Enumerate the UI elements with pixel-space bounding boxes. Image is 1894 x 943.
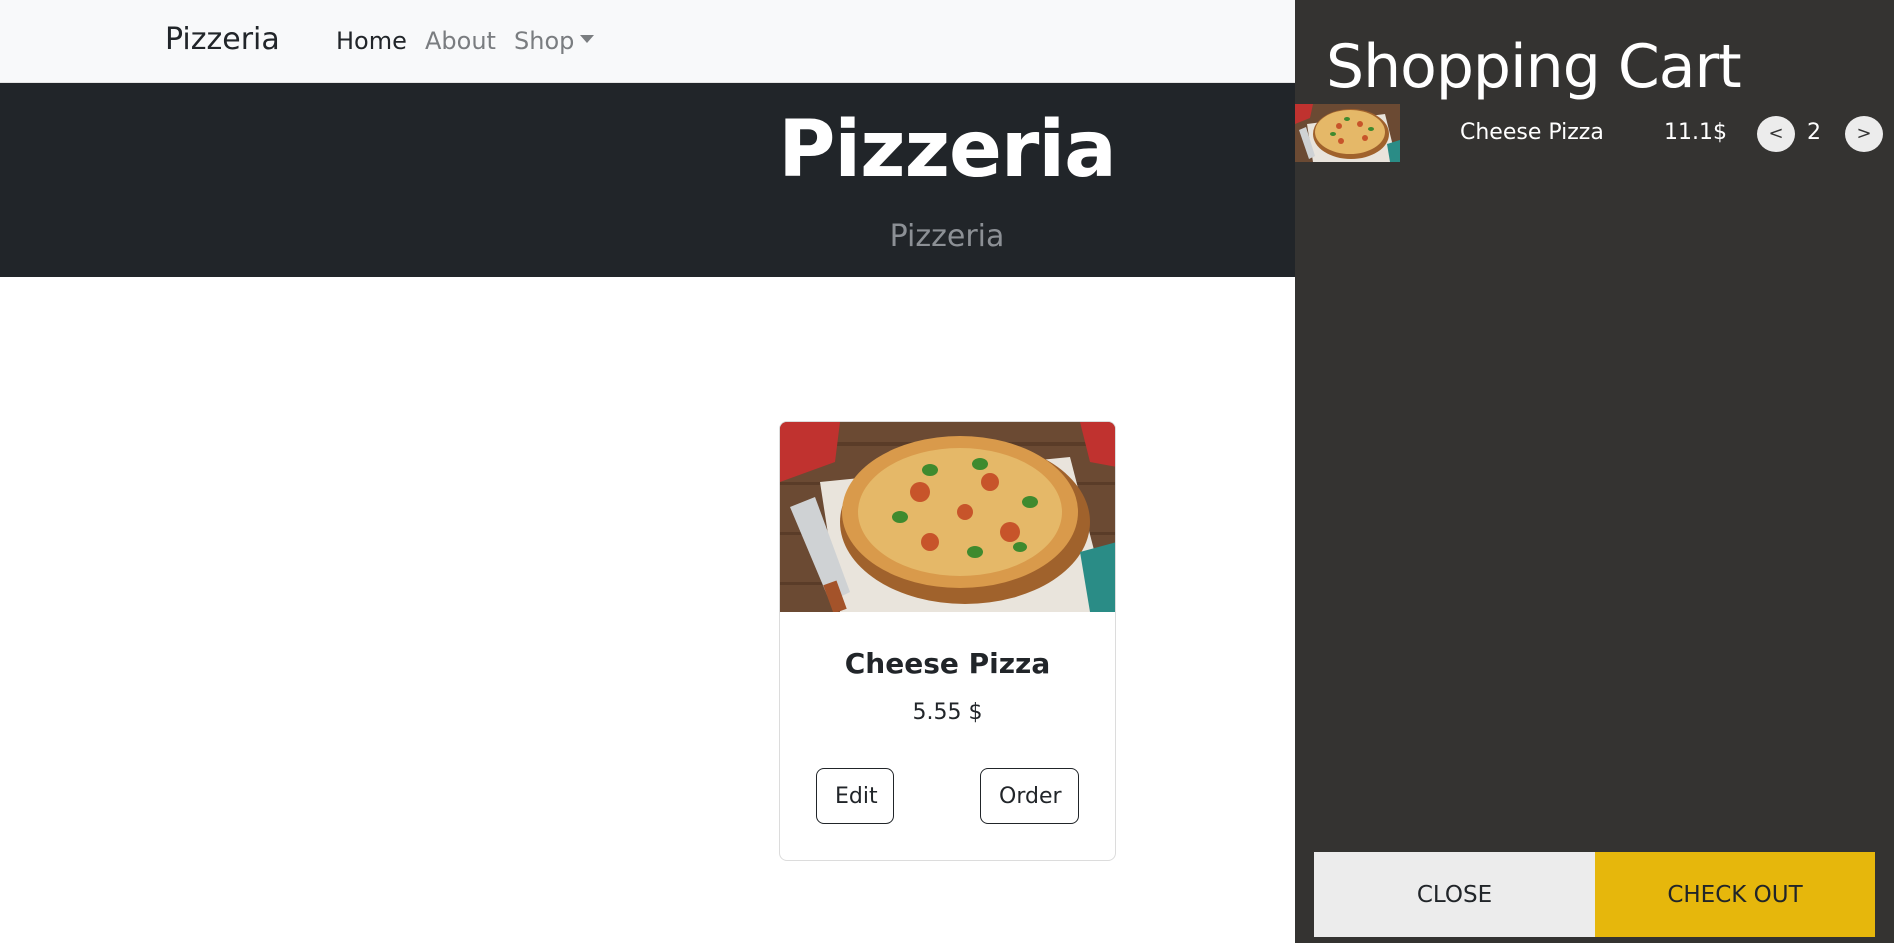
- navbar-brand[interactable]: Pizzeria: [165, 22, 280, 57]
- nav-link-home[interactable]: Home: [336, 27, 407, 55]
- cart-item-thumbnail: [1295, 104, 1400, 162]
- checkout-button[interactable]: CHECK OUT: [1595, 852, 1875, 937]
- nav-link-about[interactable]: About: [425, 27, 496, 55]
- nav-dropdown-shop[interactable]: Shop: [514, 27, 595, 55]
- cart-item: Cheese Pizza 11.1$ < 2 >: [1295, 104, 1894, 162]
- nav-shop-label: Shop: [514, 27, 575, 55]
- caret-down-icon: [580, 35, 595, 43]
- cart-item-name: Cheese Pizza: [1460, 120, 1604, 145]
- cart-footer: CLOSE CHECK OUT: [1314, 852, 1875, 937]
- shopping-cart-panel: Shopping Cart Cheese Pizza 11.1$ < 2 > C…: [1295, 0, 1894, 943]
- close-cart-button[interactable]: CLOSE: [1314, 852, 1595, 937]
- decrease-quantity-button[interactable]: <: [1757, 116, 1795, 152]
- cart-title: Shopping Cart: [1326, 32, 1742, 102]
- order-button[interactable]: Order: [980, 768, 1079, 824]
- product-price: 5.55 $: [912, 700, 983, 725]
- product-card: Cheese Pizza 5.55 $ Edit Order: [779, 421, 1116, 861]
- cart-item-quantity: 2: [1807, 120, 1821, 145]
- increase-quantity-button[interactable]: >: [1845, 116, 1883, 152]
- product-name: Cheese Pizza: [844, 647, 1051, 680]
- edit-button[interactable]: Edit: [816, 768, 894, 824]
- cart-item-price: 11.1$: [1664, 120, 1727, 145]
- pizza-image: [780, 422, 1115, 612]
